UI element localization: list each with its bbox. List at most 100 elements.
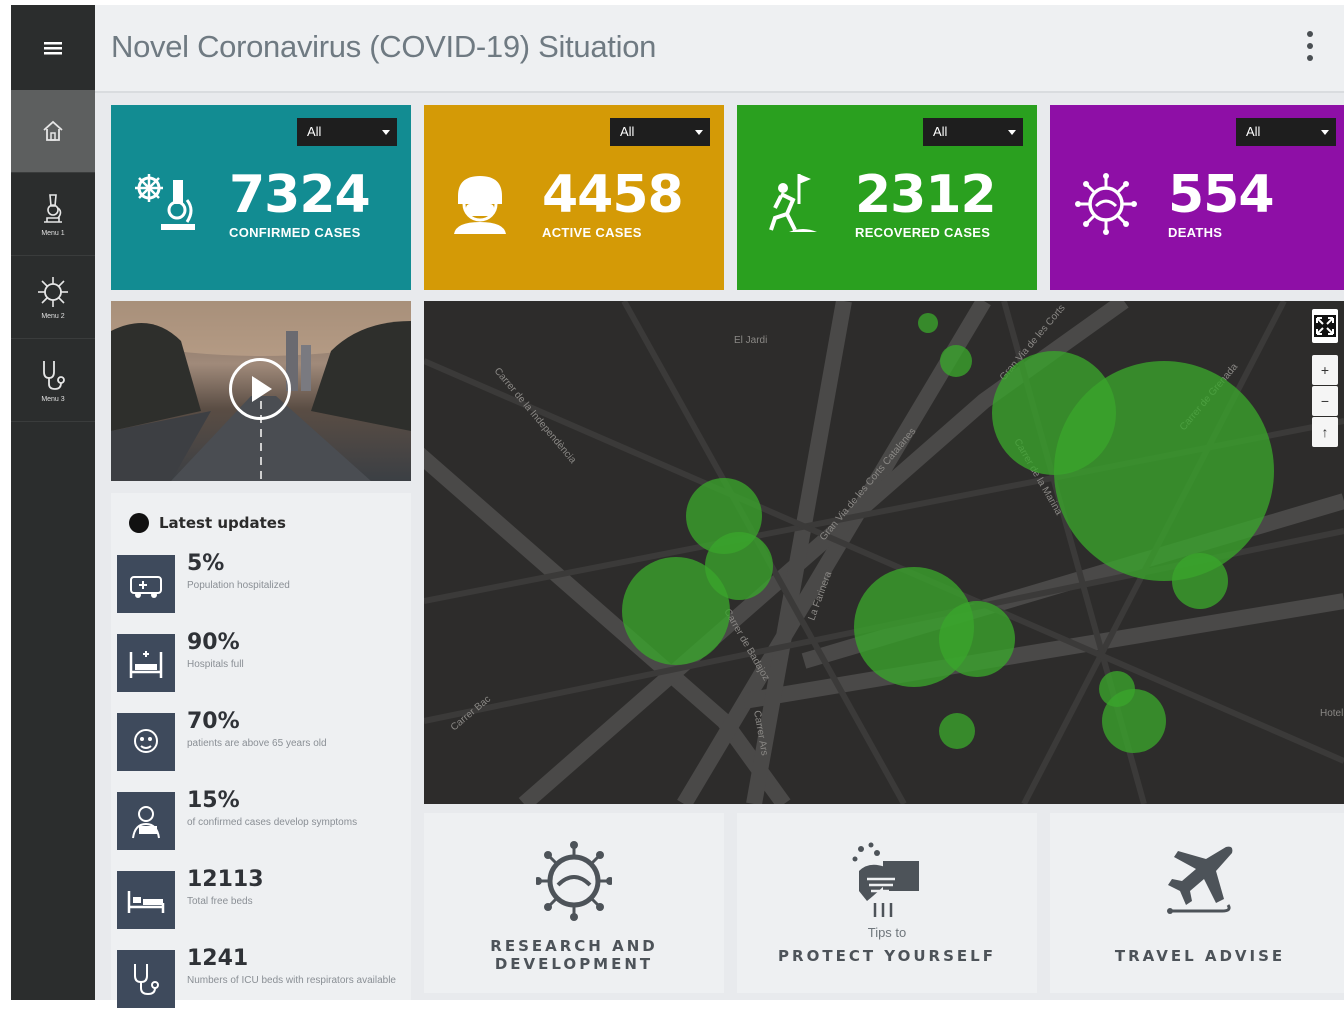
filter-value: All: [307, 124, 322, 139]
map[interactable]: El Jardi Carrer de la Independència Gran…: [424, 301, 1344, 804]
zoom-in-icon: +: [1320, 362, 1330, 378]
zoom-in-button[interactable]: +: [1312, 355, 1338, 385]
stat-card-deaths: All 554 DEATHS: [1050, 105, 1344, 290]
card-filter-select[interactable]: All: [297, 118, 397, 146]
chevron-down-icon: [1008, 130, 1016, 135]
update-description: Numbers of ICU beds with respirators ava…: [187, 975, 396, 986]
case-bubble[interactable]: [940, 345, 972, 377]
handwashing-icon: [852, 842, 919, 917]
update-value: 90%: [187, 630, 240, 655]
case-bubble[interactable]: [939, 601, 1015, 677]
update-icon-box: [117, 871, 175, 929]
update-description: Population hospitalized: [187, 580, 290, 591]
stat-card-recovered: All 2312 RECOVERED CASES: [737, 105, 1037, 290]
climber-flag-icon: [769, 174, 817, 232]
tile-label: TRAVEL ADVISE: [1114, 947, 1286, 965]
fullscreen-button[interactable]: [1312, 309, 1338, 343]
update-value: 15%: [187, 788, 240, 813]
card-label: ACTIVE CASES: [542, 225, 642, 240]
microscope-icon: [44, 193, 62, 223]
case-bubble[interactable]: [1172, 553, 1228, 609]
card-label: RECOVERED CASES: [855, 225, 991, 240]
sidebar-item-menu-1[interactable]: Menu 1: [11, 173, 95, 256]
sidebar-item-menu-2[interactable]: Menu 2: [11, 256, 95, 339]
update-item: 90% Hospitals full: [117, 630, 405, 704]
sidebar-item-menu-3[interactable]: Menu 3: [11, 339, 95, 422]
video-player[interactable]: [111, 301, 411, 481]
card-filter-select[interactable]: All: [610, 118, 710, 146]
fullscreen-icon: [1314, 315, 1336, 337]
sidebar: Menu 1 Menu 2 Menu 3: [11, 5, 95, 1000]
tile-label: RESEARCH AND DEVELOPMENT: [490, 937, 658, 973]
tile-label: PROTECT YOURSELF: [778, 947, 996, 965]
card-filter-select[interactable]: All: [1236, 118, 1336, 146]
hamburger-icon: [44, 41, 62, 54]
more-options-icon[interactable]: [1306, 31, 1314, 61]
update-item: 5% Population hospitalized: [117, 551, 405, 625]
virus-icon: [1075, 173, 1137, 235]
update-item: 1241 Numbers of ICU beds with respirators…: [117, 946, 405, 1020]
tile-research[interactable]: RESEARCH AND DEVELOPMENT: [424, 813, 724, 993]
microscope-icon: [135, 174, 195, 230]
compass-icon: ↑: [1321, 424, 1329, 440]
page-title: Novel Coronavirus (COVID-19) Situation: [111, 29, 657, 64]
case-bubble[interactable]: [1054, 361, 1274, 581]
stethoscope-icon: [134, 964, 159, 996]
case-bubble[interactable]: [1099, 671, 1135, 707]
stat-card-confirmed: All 7324 CONFIRMED CASES: [111, 105, 411, 290]
bed-icon: [127, 891, 165, 913]
tile-travel-advise[interactable]: TRAVEL ADVISE: [1050, 813, 1344, 993]
update-item: 12113 Total free beds: [117, 867, 405, 941]
stethoscope-icon: [43, 360, 65, 390]
case-bubble[interactable]: [918, 313, 938, 333]
update-icon-box: [117, 713, 175, 771]
update-icon-box: [117, 792, 175, 850]
card-label: CONFIRMED CASES: [229, 225, 361, 240]
update-item: 70% patients are above 65 years old: [117, 709, 405, 783]
sick-person-icon: [132, 806, 160, 839]
sidebar-item-home[interactable]: [11, 90, 95, 173]
filter-value: All: [620, 124, 635, 139]
update-description: Total free beds: [187, 896, 253, 907]
sidebar-item-label: Menu 3: [41, 395, 65, 403]
filter-value: All: [933, 124, 948, 139]
hospital-bed-icon: [129, 651, 163, 678]
news-icon: [129, 513, 149, 533]
chevron-down-icon: [1321, 130, 1329, 135]
map-canvas: El Jardi Carrer de la Independència Gran…: [424, 301, 1344, 804]
filter-value: All: [1246, 124, 1261, 139]
tile-subtitle: Tips to: [867, 925, 907, 940]
card-label: DEATHS: [1168, 225, 1223, 240]
chevron-down-icon: [382, 130, 390, 135]
reset-north-button[interactable]: ↑: [1312, 417, 1338, 447]
update-icon-box: [117, 634, 175, 692]
zoom-out-button[interactable]: −: [1312, 386, 1338, 416]
top-bar: Novel Coronavirus (COVID-19) Situation: [95, 5, 1344, 93]
ambulance-icon: [130, 576, 162, 598]
card-filter-select[interactable]: All: [923, 118, 1023, 146]
update-value: 70%: [187, 709, 240, 734]
masked-person-icon: [454, 176, 506, 234]
virus-icon: [38, 276, 68, 307]
elderly-face-icon: [134, 729, 158, 753]
update-item: 15% of confirmed cases develop symptoms: [117, 788, 405, 862]
latest-updates-panel: Latest updates 5% Population hospitalized…: [111, 493, 411, 1008]
map-label: El Jardi: [734, 335, 767, 346]
sidebar-item-label: Menu 2: [41, 312, 65, 320]
case-bubble[interactable]: [939, 713, 975, 749]
menu-toggle-button[interactable]: [11, 5, 95, 90]
dashboard-content: All 7324 CONFIRMED CASES All 4458 ACTIVE…: [95, 93, 1344, 1008]
sidebar-item-label: Menu 1: [41, 229, 65, 237]
card-value: 2312: [855, 165, 997, 225]
card-value: 4458: [542, 165, 684, 225]
tile-protect-yourself[interactable]: Tips to PROTECT YOURSELF: [737, 813, 1037, 993]
update-description: of confirmed cases develop symptoms: [187, 817, 358, 828]
chevron-down-icon: [695, 130, 703, 135]
case-bubble[interactable]: [622, 557, 730, 665]
play-button[interactable]: [229, 358, 291, 420]
virus-icon: [536, 841, 612, 921]
play-icon: [252, 376, 272, 402]
card-value: 554: [1168, 165, 1275, 225]
map-label: Hotel Barc: [1320, 708, 1344, 719]
update-icon-box: [117, 950, 175, 1008]
